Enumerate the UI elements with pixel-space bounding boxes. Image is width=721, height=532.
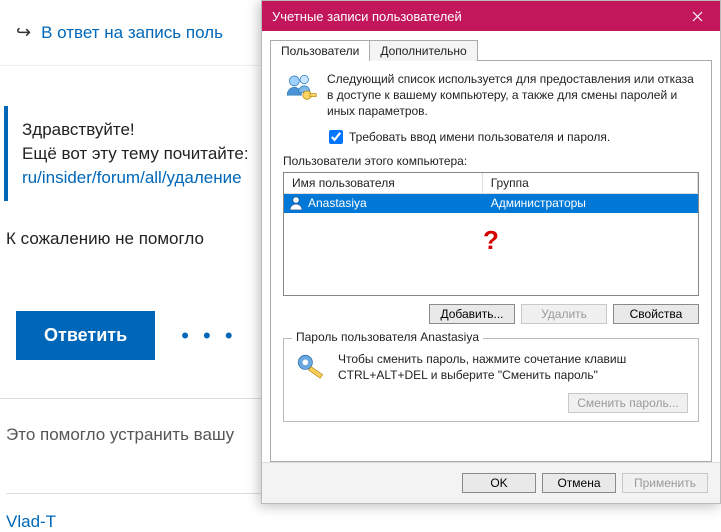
users-key-icon bbox=[283, 71, 317, 105]
intro-row: Следующий список используется для предос… bbox=[283, 71, 699, 120]
remove-user-button: Удалить bbox=[521, 304, 607, 324]
dialog-title: Учетные записи пользователей bbox=[272, 9, 462, 24]
tab-strip: Пользователи Дополнительно bbox=[262, 31, 720, 60]
list-buttons: Добавить... Удалить Свойства bbox=[283, 304, 699, 324]
user-name-cell: Anastasiya bbox=[308, 196, 367, 210]
properties-button[interactable]: Свойства bbox=[613, 304, 699, 324]
user-row[interactable]: Anastasiya Администраторы bbox=[284, 194, 698, 213]
apply-button: Применить bbox=[622, 473, 708, 493]
column-group[interactable]: Группа bbox=[483, 173, 698, 193]
tab-advanced[interactable]: Дополнительно bbox=[369, 40, 477, 61]
annotation-question-mark: ? bbox=[483, 225, 499, 256]
close-icon bbox=[692, 11, 703, 22]
reply-arrow-icon: ↪ bbox=[16, 22, 31, 43]
user-icon bbox=[288, 195, 304, 211]
more-actions-button[interactable]: • • • bbox=[181, 323, 236, 349]
intro-text: Следующий список используется для предос… bbox=[327, 71, 699, 120]
password-groupbox: Пароль пользователя Anastasiya Чтобы сме… bbox=[283, 338, 699, 422]
tab-panel: Следующий список используется для предос… bbox=[270, 60, 712, 462]
cancel-button[interactable]: Отмена bbox=[542, 473, 616, 493]
reply-button[interactable]: Ответить bbox=[16, 311, 155, 360]
dialog-footer: OK Отмена Применить bbox=[262, 462, 720, 503]
add-user-button[interactable]: Добавить... bbox=[429, 304, 515, 324]
reply-to-link[interactable]: В ответ на запись поль bbox=[41, 23, 223, 43]
require-login-checkbox[interactable] bbox=[329, 130, 343, 144]
require-login-label: Требовать ввод имени пользователя и паро… bbox=[349, 130, 610, 144]
change-password-button: Сменить пароль... bbox=[568, 393, 688, 413]
users-list-label: Пользователи этого компьютера: bbox=[283, 154, 699, 168]
users-listview[interactable]: Имя пользователя Группа Anastasiya Админ… bbox=[283, 172, 699, 296]
listview-header[interactable]: Имя пользователя Группа bbox=[284, 173, 698, 194]
thread-link[interactable]: ru/insider/forum/all/удаление bbox=[22, 168, 242, 187]
column-username[interactable]: Имя пользователя bbox=[284, 173, 483, 193]
password-instructions: Чтобы сменить пароль, нажмите сочетание … bbox=[338, 351, 688, 383]
ok-button[interactable]: OK bbox=[462, 473, 536, 493]
dialog-titlebar[interactable]: Учетные записи пользователей bbox=[262, 1, 720, 31]
groupbox-legend: Пароль пользователя Anastasiya bbox=[292, 330, 483, 344]
user-accounts-dialog: Учетные записи пользователей Пользовател… bbox=[261, 0, 721, 504]
key-icon bbox=[294, 351, 328, 385]
close-button[interactable] bbox=[674, 1, 720, 31]
tab-users[interactable]: Пользователи bbox=[270, 40, 370, 61]
require-login-checkbox-row[interactable]: Требовать ввод имени пользователя и паро… bbox=[329, 130, 699, 144]
user-group-cell: Администраторы bbox=[483, 196, 698, 210]
